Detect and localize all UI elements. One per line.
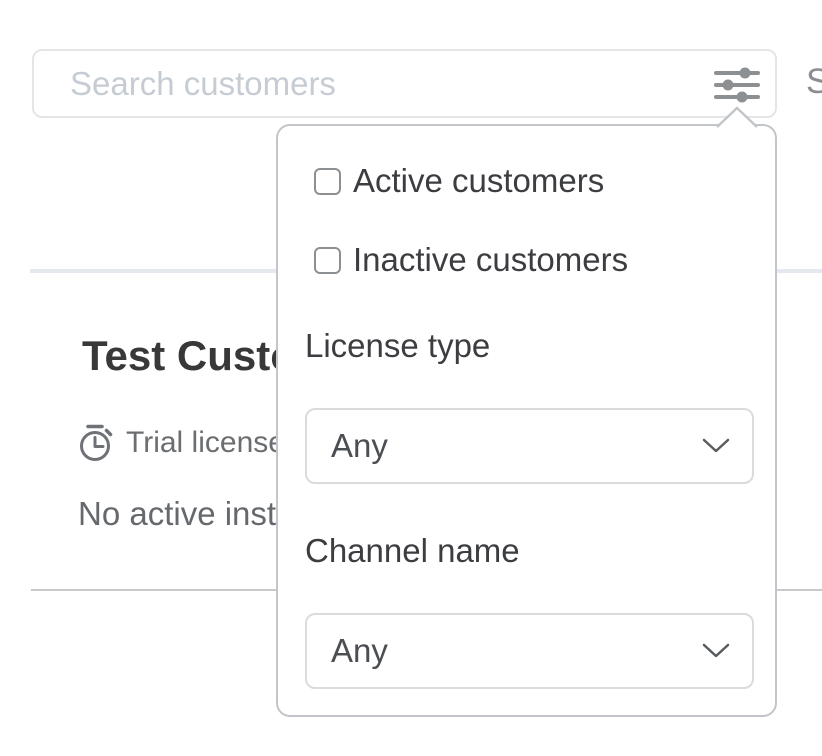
timer-icon [77, 423, 115, 463]
filter-button[interactable] [712, 63, 762, 107]
license-type-value: Any [331, 427, 702, 465]
license-badge-label: Trial license [126, 426, 285, 460]
filter-popover: Active customers Inactive customers Lice… [276, 124, 777, 717]
filter-option-active-customers[interactable]: Active customers [314, 162, 604, 200]
chevron-down-icon [702, 643, 730, 659]
checkbox-active-customers[interactable] [314, 168, 341, 195]
filter-option-inactive-customers[interactable]: Inactive customers [314, 241, 628, 279]
popover-arrow [716, 106, 758, 129]
checkbox-inactive-customers[interactable] [314, 247, 341, 274]
sliders-icon [714, 65, 760, 105]
channel-name-label: Channel name [305, 532, 520, 570]
channel-name-select[interactable]: Any [305, 613, 754, 689]
channel-name-value: Any [331, 632, 702, 670]
license-type-select[interactable]: Any [305, 408, 754, 484]
license-type-label: License type [305, 327, 490, 365]
checkbox-label: Active customers [353, 162, 604, 200]
license-badge: Trial license [77, 423, 285, 463]
search-box [32, 49, 777, 118]
customers-page: { "search": { "placeholder": "Search cus… [0, 0, 822, 756]
sort-label-clipped[interactable]: S [806, 62, 822, 102]
checkbox-label: Inactive customers [353, 241, 628, 279]
chevron-down-icon [702, 438, 730, 454]
search-input[interactable] [70, 51, 670, 116]
